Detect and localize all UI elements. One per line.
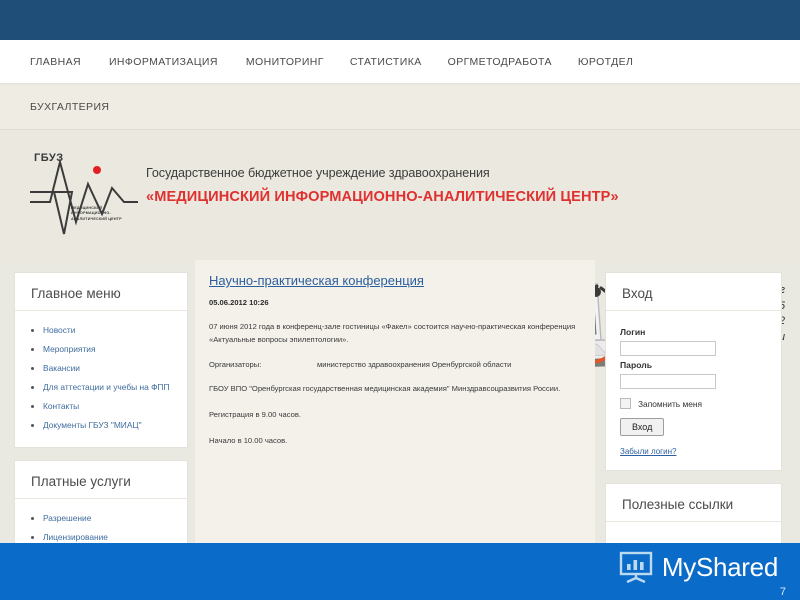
sidebar-item-dokumenty[interactable]: Документы ГБУЗ "МИАЦ" xyxy=(15,416,187,435)
banner-title-group: Государственное бюджетное учреждение здр… xyxy=(146,166,619,207)
login-title: Вход xyxy=(606,273,781,311)
article-timestamp: 05.06.2012 10:26 xyxy=(209,298,269,307)
forgot-login-link[interactable]: Забыли логин? xyxy=(620,447,767,456)
article-paragraph-academy: ГБОУ ВПО "Оренбургская государственная м… xyxy=(209,384,561,393)
main-menu-module: Главное меню Новости Мероприятия Ваканси… xyxy=(14,272,188,448)
banner-main-title: «МЕДИЦИНСКИЙ ИНФОРМАЦИОННО-АНАЛИТИЧЕСКИЙ… xyxy=(146,189,619,205)
slide-page-number: 7 xyxy=(779,586,786,598)
secondary-navigation: БУХГАЛТЕРИЯ xyxy=(0,85,800,129)
main-menu-title: Главное меню xyxy=(15,273,187,311)
nav-item-yurotdel[interactable]: ЮРОТДЕЛ xyxy=(578,40,655,84)
primary-navigation: ГЛАВНАЯ ИНФОРМАТИЗАЦИЯ МОНИТОРИНГ СТАТИС… xyxy=(0,40,800,84)
banner-subtitle: Государственное бюджетное учреждение здр… xyxy=(146,166,490,180)
site-header-banner: ГБУЗ МЕДИЦИНСКИЙ ИНФОРМАЦИОННО-АНАЛИТИЧЕ… xyxy=(0,129,800,369)
remember-me-checkbox[interactable] xyxy=(620,398,631,409)
paid-services-title: Платные услуги xyxy=(15,461,187,499)
sidebar-item-kontakty[interactable]: Контакты xyxy=(15,397,187,416)
nav-item-orgmetodrabota[interactable]: ОРГМЕТОДРАБОТА xyxy=(448,40,578,84)
useful-links-module: Полезные ссылки xyxy=(605,483,782,551)
emblem-caption: МЕДИЦИНСКИЙ ИНФОРМАЦИОННО-АНАЛИТИЧЕСКИЙ … xyxy=(71,206,122,221)
article-start-time: Начало в 10.00 часов. xyxy=(209,436,288,445)
sidebar-item-meropriyatiya[interactable]: Мероприятия xyxy=(15,340,187,359)
article-registration-time: Регистрация в 9.00 часов. xyxy=(209,410,301,419)
article-title-link[interactable]: Научно-практическая конференция xyxy=(209,273,424,288)
password-input[interactable] xyxy=(620,374,716,389)
login-field-label: Логин xyxy=(620,327,646,337)
article-organizers-label: Организаторы: xyxy=(209,360,262,369)
article-paragraph-intro: 07 июня 2012 года в конференц-зале гости… xyxy=(209,322,576,344)
nav-item-buhgalteriya[interactable]: БУХГАЛТЕРИЯ xyxy=(30,85,137,129)
myshared-watermark-bar: MyShared 7 xyxy=(0,543,800,600)
password-field-label: Пароль xyxy=(620,360,652,370)
page-content: Главное меню Новости Мероприятия Ваканси… xyxy=(0,260,800,560)
sidebar-item-novosti[interactable]: Новости xyxy=(15,321,187,340)
sidebar-item-vakansii[interactable]: Вакансии xyxy=(15,359,187,378)
organization-emblem: ГБУЗ МЕДИЦИНСКИЙ ИНФОРМАЦИОННО-АНАЛИТИЧЕ… xyxy=(28,152,140,244)
article-content: Научно-практическая конференция 05.06.20… xyxy=(195,260,595,545)
sidebar-item-attestaciya[interactable]: Для аттестации и учебы на ФПП xyxy=(15,378,187,397)
sidebar-item-razreshenie[interactable]: Разрешение xyxy=(15,509,187,528)
remember-me-row: Запомнить меня xyxy=(620,398,767,409)
login-module: Вход Логин Пароль Запомнить меня Вход За… xyxy=(605,272,782,471)
nav-item-glavnaya[interactable]: ГЛАВНАЯ xyxy=(30,40,109,84)
nav-item-statistika[interactable]: СТАТИСТИКА xyxy=(350,40,448,84)
login-input[interactable] xyxy=(620,341,716,356)
login-submit-button[interactable]: Вход xyxy=(620,418,665,436)
presentation-chart-icon xyxy=(619,551,653,583)
myshared-brand-text: MyShared xyxy=(661,552,778,582)
right-sidebar: Вход Логин Пароль Запомнить меня Вход За… xyxy=(605,272,782,551)
top-blue-bar xyxy=(0,0,800,40)
emblem-ecg-icon xyxy=(30,158,138,235)
useful-links-title: Полезные ссылки xyxy=(606,484,781,522)
remember-me-label: Запомнить меня xyxy=(638,398,703,409)
main-menu-list: Новости Мероприятия Вакансии Для аттеста… xyxy=(15,313,187,447)
left-sidebar: Главное меню Новости Мероприятия Ваканси… xyxy=(14,272,188,560)
nav-item-informatizaciya[interactable]: ИНФОРМАТИЗАЦИЯ xyxy=(109,40,246,84)
article-organizers-value: министерство здравоохранения Оренбургско… xyxy=(317,360,512,369)
nav-item-monitoring[interactable]: МОНИТОРИНГ xyxy=(246,40,350,84)
article-organizers: Организаторы: министерство здравоохранени… xyxy=(209,360,581,369)
